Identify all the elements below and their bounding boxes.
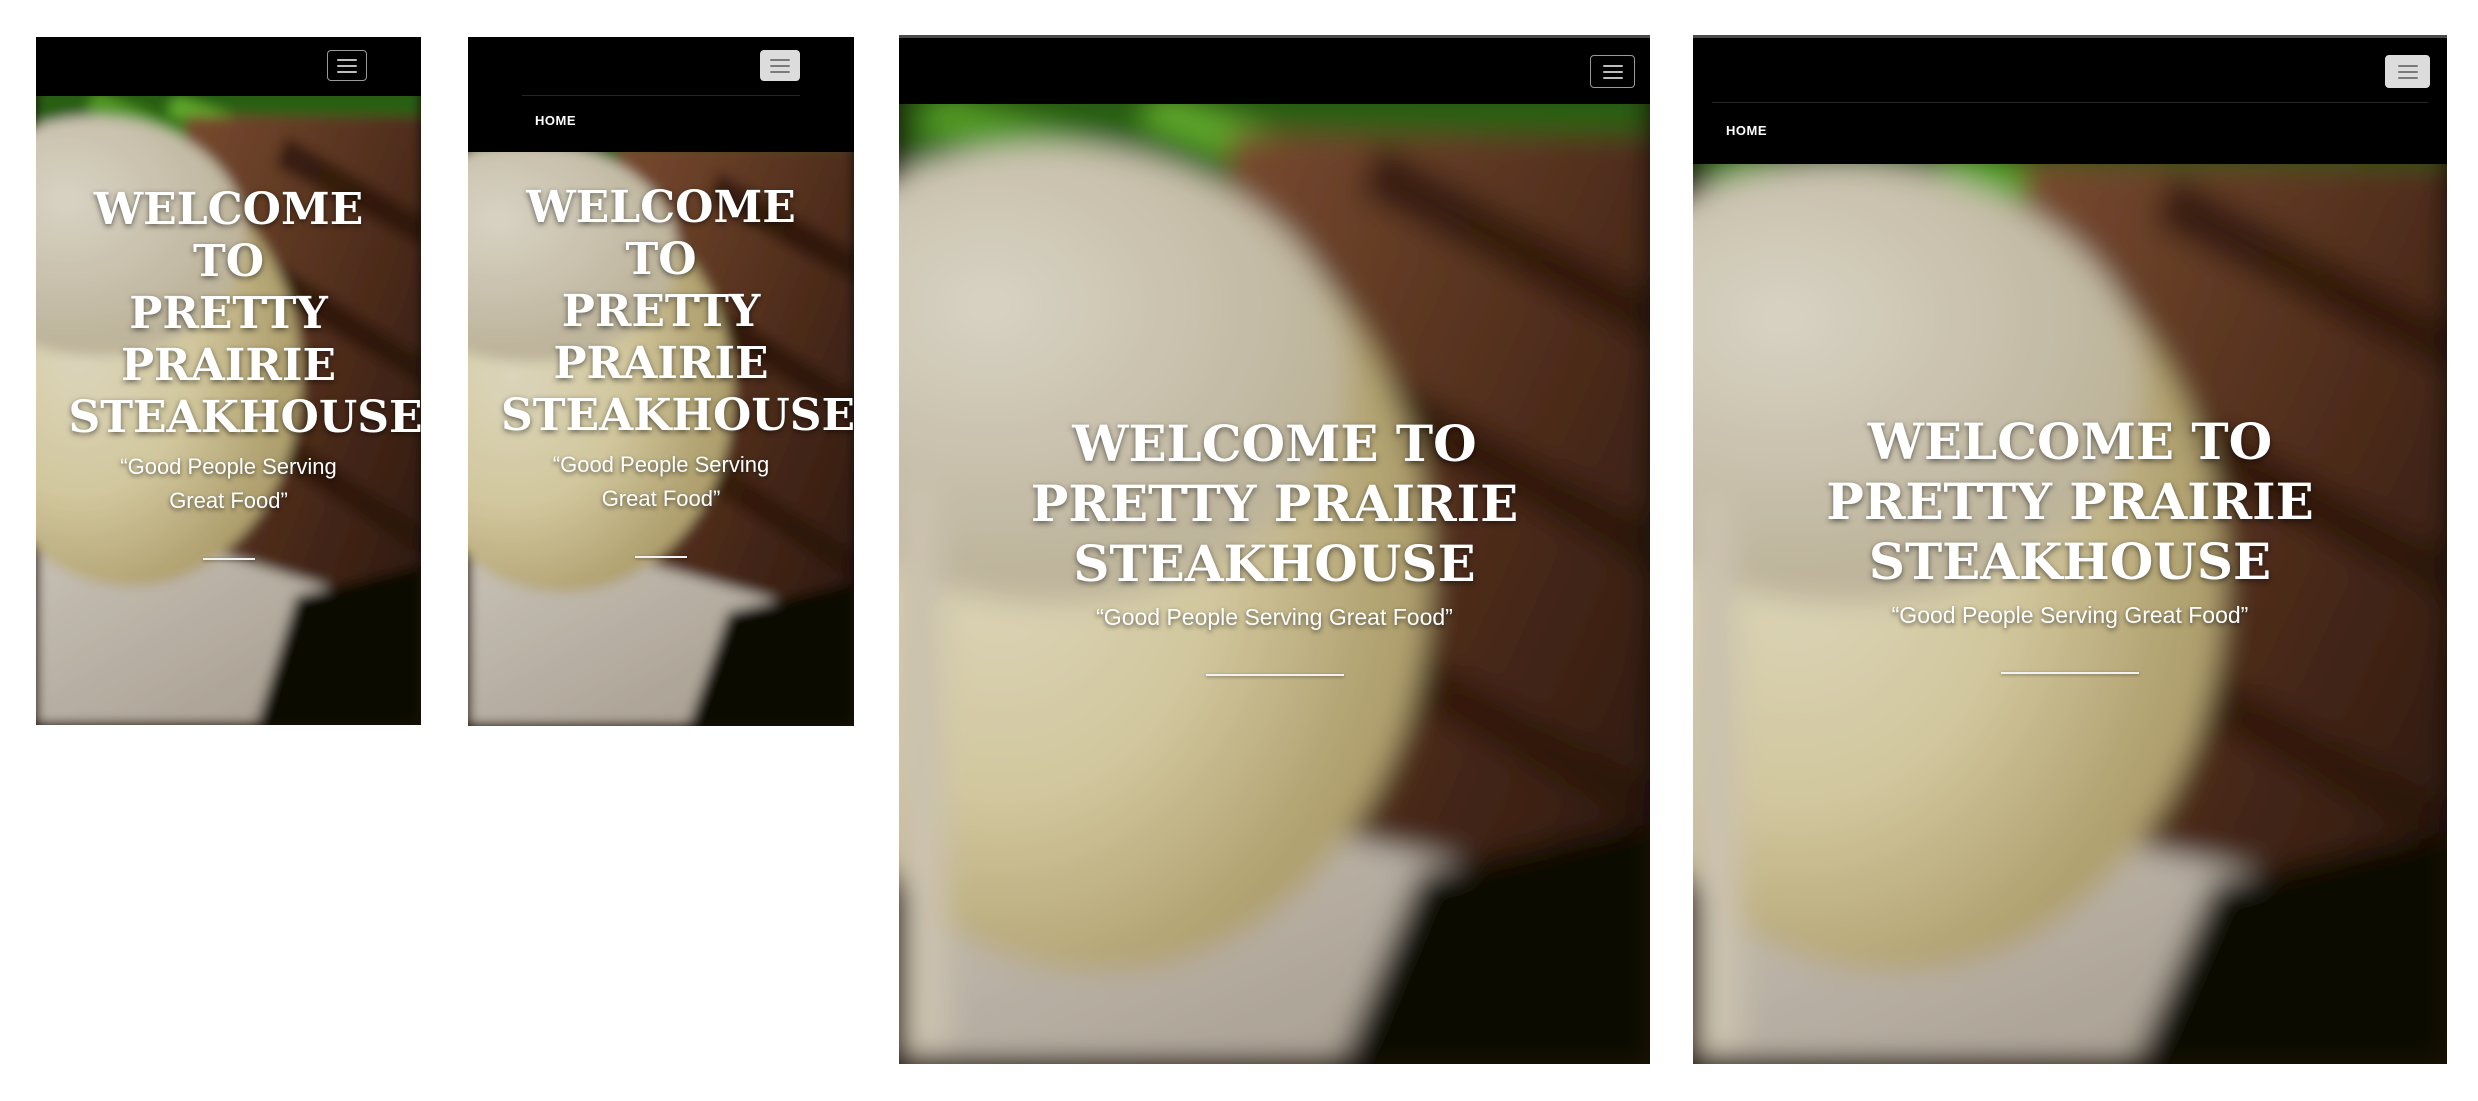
hero-divider (2001, 672, 2139, 674)
hero-tagline: “Good People Serving Great Food” (120, 453, 337, 513)
navbar: HOME (1693, 38, 2447, 164)
menu-toggle-button[interactable] (760, 50, 800, 81)
nav-home-link[interactable]: HOME (1726, 123, 1767, 138)
hero-tagline: “Good People Serving Great Food” (552, 451, 770, 511)
navbar (899, 38, 1650, 104)
hero-tagline: “Good People Serving Great Food” (1096, 604, 1453, 630)
hero-title: WELCOME TO PRETTY PRAIRIE STEAKHOUSE (1030, 414, 1519, 593)
hero-divider (202, 557, 255, 560)
hero-section: WELCOME TO PRETTY PRAIRIE STEAKHOUSE “Go… (899, 104, 1650, 1064)
view-mobile-collapsed: WELCOME TO PRETTY PRAIRIE STEAKHOUSE “Go… (36, 37, 421, 725)
hero-title: WELCOME TO PRETTY PRAIRIE STEAKHOUSE (501, 182, 854, 441)
hero-title: WELCOME TO PRETTY PRAIRIE STEAKHOUSE (68, 184, 422, 443)
hamburger-icon (1602, 64, 1623, 67)
menu-toggle-button[interactable] (1590, 55, 1635, 88)
nav-separator (522, 95, 800, 96)
hero-text-block: WELCOME TO PRETTY PRAIRIE STEAKHOUSE “Go… (1693, 412, 2447, 674)
hero-divider (1205, 674, 1344, 676)
hamburger-icon (337, 58, 357, 61)
nav-home-link[interactable]: HOME (535, 113, 576, 128)
navbar (36, 37, 421, 96)
hero-section: WELCOME TO PRETTY PRAIRIE STEAKHOUSE “Go… (468, 152, 854, 726)
hero-text-block: WELCOME TO PRETTY PRAIRIE STEAKHOUSE “Go… (468, 182, 854, 558)
hero-title: WELCOME TO PRETTY PRAIRIE STEAKHOUSE (1826, 412, 2314, 591)
hero-tagline: “Good People Serving Great Food” (1891, 602, 2249, 628)
hero-text-block: WELCOME TO PRETTY PRAIRIE STEAKHOUSE “Go… (36, 184, 421, 560)
hamburger-icon (2397, 64, 2418, 67)
menu-toggle-button[interactable] (2385, 55, 2430, 88)
menu-toggle-button[interactable] (327, 50, 367, 81)
hero-section: WELCOME TO PRETTY PRAIRIE STEAKHOUSE “Go… (36, 96, 421, 725)
view-tablet-expanded: HOME WELCOME TO PRETTY PRAIRIE STEAKHOUS… (1693, 35, 2447, 1064)
navbar: HOME (468, 37, 854, 152)
view-mobile-expanded: HOME WELCOME TO PRETTY PRAIRIE STEAKHOUS… (468, 37, 854, 726)
hero-divider (635, 555, 687, 558)
view-tablet-collapsed: WELCOME TO PRETTY PRAIRIE STEAKHOUSE “Go… (899, 35, 1650, 1064)
nav-separator (1712, 102, 2428, 103)
hero-section: WELCOME TO PRETTY PRAIRIE STEAKHOUSE “Go… (1693, 164, 2447, 1064)
hero-text-block: WELCOME TO PRETTY PRAIRIE STEAKHOUSE “Go… (899, 414, 1650, 676)
hamburger-icon (770, 58, 790, 61)
